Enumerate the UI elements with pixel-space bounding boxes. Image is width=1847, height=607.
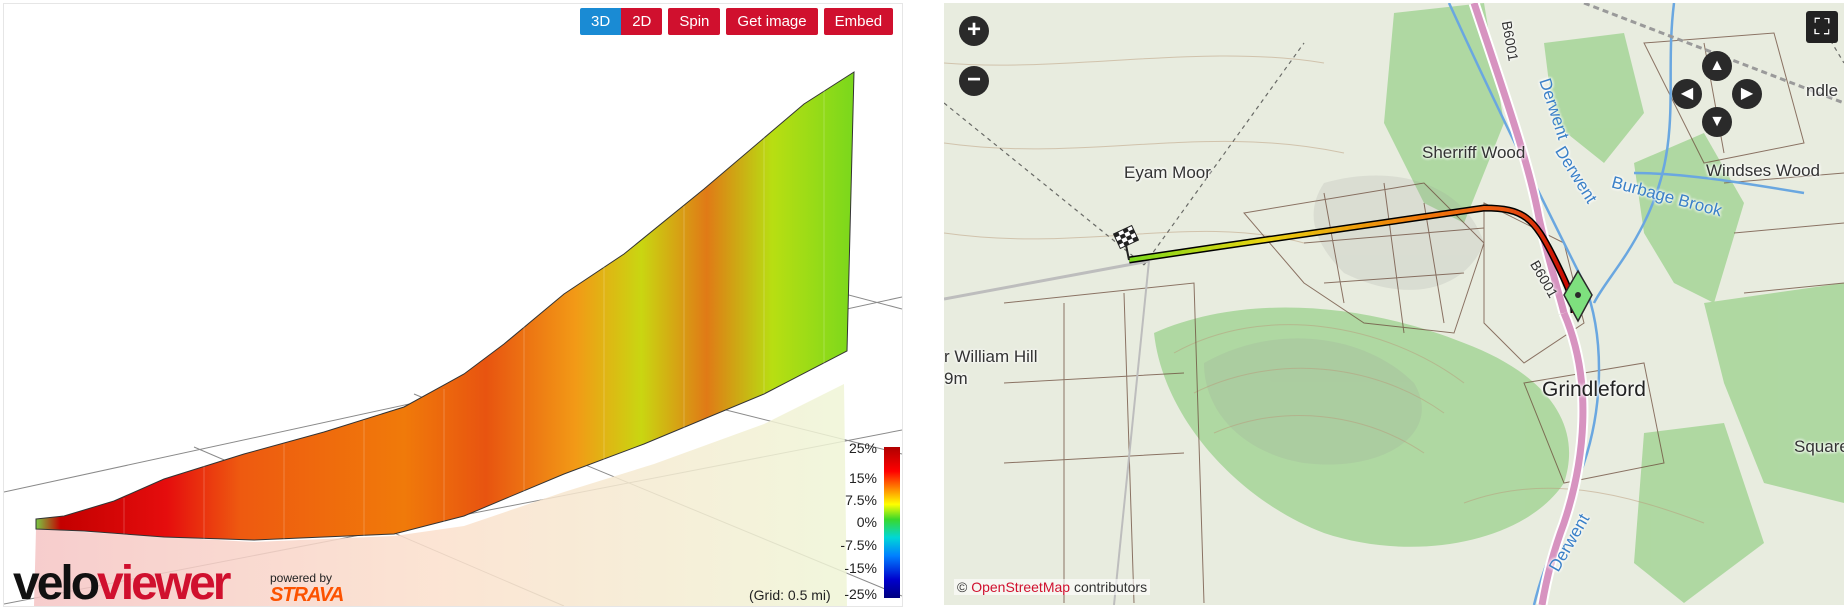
legend-label: -25% — [844, 586, 877, 602]
logo-part-velo: velo — [13, 557, 100, 607]
attribution-suffix: contributors — [1073, 579, 1148, 595]
height-label: 9m — [944, 369, 968, 388]
spin-button[interactable]: Spin — [668, 8, 721, 35]
powered-by-text: powered by — [270, 571, 333, 585]
zoom-out-button[interactable]: − — [959, 66, 989, 96]
veloviewer-logo[interactable]: veloviewer — [13, 560, 231, 607]
get-image-button[interactable]: Get image — [726, 8, 818, 35]
route-map[interactable]: Eyam Moor Sherriff Wood Derwent Derwent … — [944, 3, 1844, 605]
place-label: Sherriff Wood — [1422, 143, 1526, 162]
fullscreen-icon[interactable]: ⛶ — [1806, 11, 1838, 43]
view-3d-button[interactable]: 3D — [580, 8, 622, 35]
legend-label: 15% — [848, 470, 877, 486]
embed-button[interactable]: Embed — [823, 8, 894, 35]
legend-label: 0% — [856, 514, 877, 530]
legend-label: 25% — [848, 440, 877, 456]
pan-left-icon[interactable]: ◀ — [1672, 79, 1702, 109]
gradient-legend-bar — [884, 447, 900, 598]
legend-label: -7.5% — [840, 537, 877, 553]
legend-label: 7.5% — [845, 492, 877, 508]
place-label: Square Wo — [1794, 437, 1844, 456]
zoom-in-button[interactable]: + — [959, 16, 989, 46]
osm-link[interactable]: OpenStreetMap — [971, 579, 1070, 595]
logo-part-viewer: viewer — [97, 557, 231, 607]
map-tiles[interactable] — [944, 3, 1844, 605]
place-label: Windses Wood — [1706, 161, 1821, 180]
place-label: Eyam Moor — [1124, 163, 1211, 182]
map-attribution: © OpenStreetMap contributors — [954, 579, 1151, 595]
pan-down-icon[interactable]: ▼ — [1702, 107, 1732, 137]
elevation-3d-view[interactable] — [4, 4, 902, 606]
copyright-symbol: © — [957, 579, 968, 595]
elevation-profile-panel: 3D 2D Spin Get image Embed 25% 15% 7.5% … — [3, 3, 903, 607]
strava-logo[interactable]: STRAVA — [270, 584, 344, 606]
view-2d-button[interactable]: 2D — [621, 8, 663, 35]
town-label: Grindleford — [1542, 378, 1646, 401]
grid-scale-note: (Grid: 0.5 mi) — [749, 587, 831, 603]
place-label: r William Hill — [944, 347, 1038, 366]
pan-right-icon[interactable]: ▶ — [1732, 79, 1762, 109]
place-label: ndle — [1806, 81, 1839, 100]
legend-label: -15% — [844, 560, 877, 576]
view-toolbar: 3D 2D Spin Get image Embed — [580, 8, 899, 35]
pan-up-icon[interactable]: ▲ — [1702, 51, 1732, 81]
